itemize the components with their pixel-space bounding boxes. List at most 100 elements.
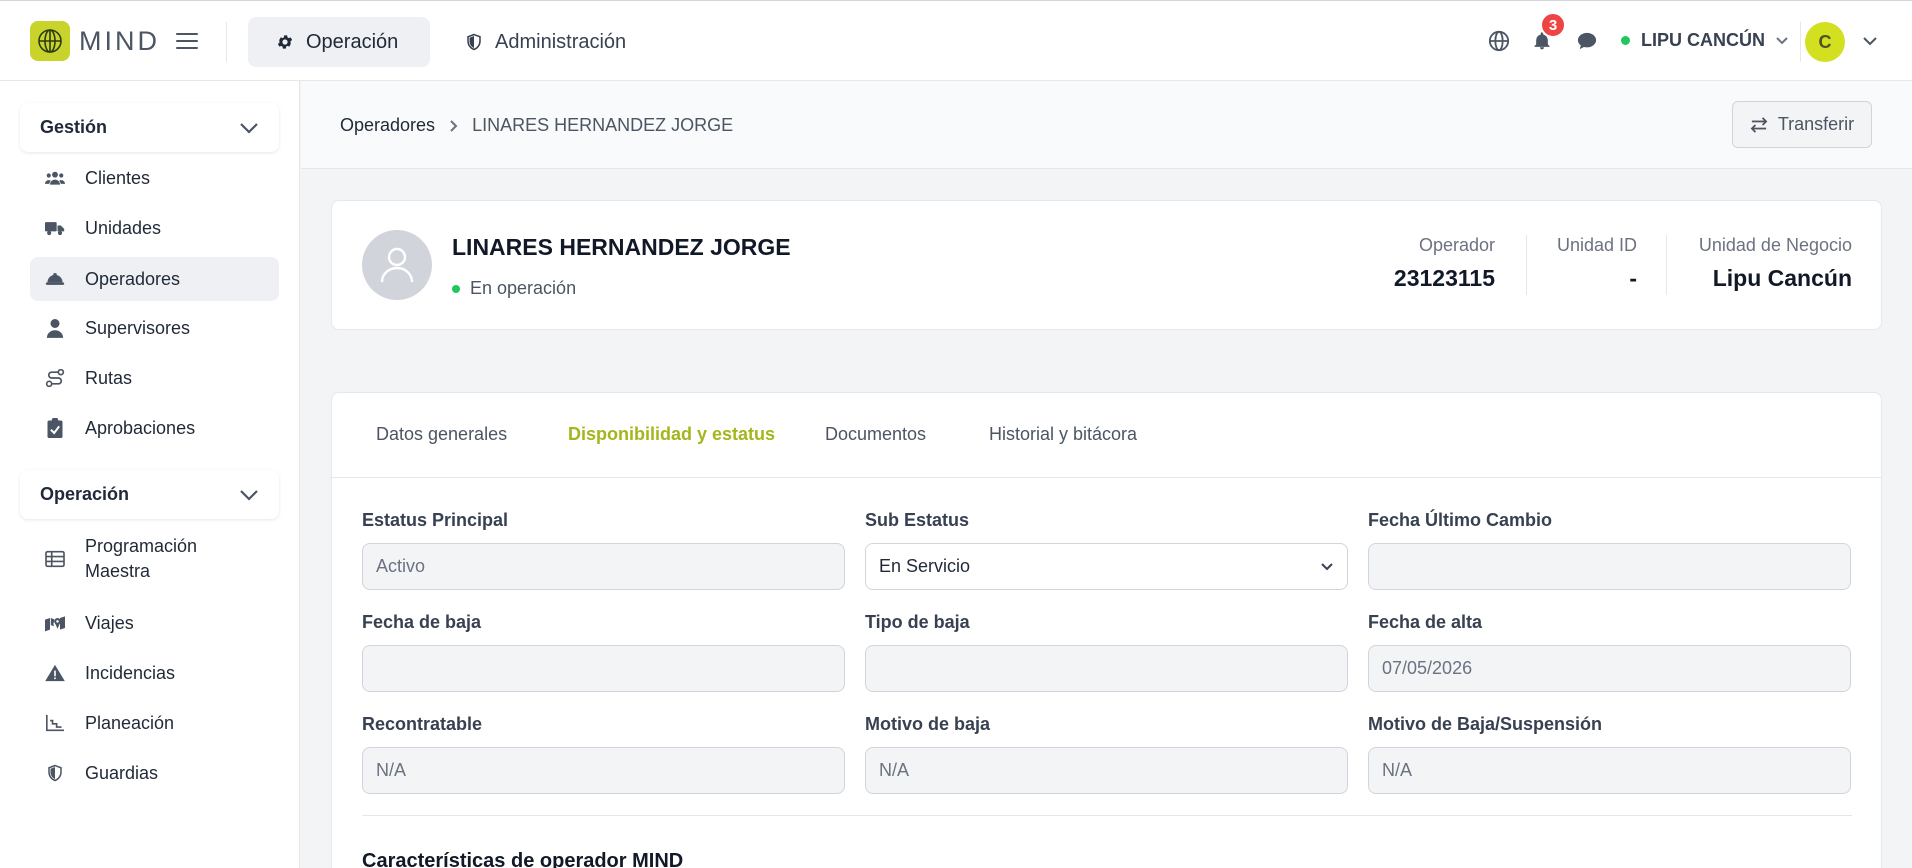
field-label-estatus-principal: Estatus Principal [362,510,509,530]
section-divider [362,815,1852,816]
sidebar-item-aprobaciones[interactable]: Aprobaciones [30,403,279,453]
field-label-fecha-ultimo-cambio: Fecha Último Cambio [1368,510,1553,530]
menu-toggle-icon[interactable] [176,30,198,52]
sidebar-item-programacion-maestra[interactable]: Programación Maestra [30,524,279,594]
sidebar-item-label: Guardias [85,762,159,783]
shield-icon [467,33,481,51]
sub-estatus-value: En Servicio [879,556,971,576]
chat-bubble-icon[interactable] [1575,29,1599,53]
operator-profile-card: LINARES HERNANDEZ JORGE En operación Ope… [331,200,1882,330]
section-title: Operación [40,484,130,504]
business-unit-selector[interactable]: LIPU CANCÚN [1621,30,1789,51]
sidebar-item-unidades[interactable]: Unidades [30,203,279,253]
sidebar-item-label: Rutas [85,367,133,388]
user-menu-chevron-icon[interactable] [1862,33,1878,49]
estatus-principal-field[interactable]: Activo [362,543,845,590]
clipboard-check-icon [45,418,65,438]
sidebar-item-label: Operadores [85,268,181,289]
language-globe-icon[interactable] [1487,29,1511,53]
truck-icon [45,218,65,238]
sidebar: Gestión Clientes Unidades Operadores Sup… [0,81,300,868]
motivo-baja-field[interactable]: N/A [865,747,1348,794]
tab-disponibilidad-estatus[interactable]: Disponibilidad y estatus [568,424,775,445]
field-label-fecha-baja: Fecha de baja [362,612,482,632]
sidebar-item-rutas[interactable]: Rutas [30,353,279,403]
chevron-down-icon [240,489,258,501]
transfer-arrows-icon [1750,116,1768,133]
business-unit-label: LIPU CANCÚN [1641,30,1765,50]
sidebar-item-label: Unidades [85,217,162,238]
route-icon [45,368,65,388]
hard-hat-icon [45,269,65,289]
fecha-alta-field[interactable]: 07/05/2026 [1368,645,1851,692]
field-label-tipo-baja: Tipo de baja [865,612,970,632]
transfer-label: Transferir [1777,114,1855,134]
sidebar-item-supervisores[interactable]: Supervisores [30,303,279,353]
sub-estatus-select[interactable]: En Servicio [865,543,1348,590]
users-icon [45,168,65,188]
header-divider [226,22,227,62]
field-label-motivo-baja-suspension: Motivo de Baja/Suspensión [1368,714,1603,734]
field-label-recontratable: Recontratable [362,714,483,734]
header-divider [1800,22,1801,62]
fecha-ultimo-cambio-field[interactable] [1368,543,1851,590]
sidebar-item-label: Planeación [85,712,175,733]
user-tie-icon [45,318,65,338]
sidebar-item-incidencias[interactable]: Incidencias [30,648,279,698]
sidebar-section-operacion[interactable]: Operación [20,470,279,519]
sidebar-item-clientes[interactable]: Clientes [30,153,279,203]
breadcrumb-bar: Operadores LINARES HERNANDEZ JORGE Trans… [301,81,1912,169]
notification-count-badge: 3 [1540,12,1566,38]
stat-label: Unidad de Negocio [1698,235,1852,255]
user-avatar[interactable]: C [1805,22,1845,62]
sidebar-item-label: Supervisores [85,317,191,338]
chevron-down-icon [1776,36,1788,44]
tab-documentos[interactable]: Documentos [825,424,926,445]
nav-tab-administracion[interactable]: Administración [437,17,654,67]
fecha-baja-field[interactable] [362,645,845,692]
sidebar-item-planeacion[interactable]: Planeación [30,698,279,748]
stat-divider [1666,235,1667,295]
stat-value: 23123115 [1393,265,1495,291]
section-title-caracteristicas: Características de operador MIND [362,850,684,868]
chevron-down-icon [1321,562,1333,570]
gear-icon [277,35,293,49]
status-dot [452,284,460,293]
notifications-bell-icon[interactable]: 3 [1530,12,1566,53]
transfer-button[interactable]: Transferir [1732,101,1872,148]
user-placeholder-avatar-icon [362,230,432,300]
field-label-motivo-baja: Motivo de baja [865,714,991,734]
recontratable-field[interactable]: N/A [362,747,845,794]
chart-line-icon [45,713,65,733]
map-location-icon [45,613,65,633]
app-logo[interactable]: MIND [30,21,160,61]
warning-icon [45,663,65,683]
sidebar-item-guardias[interactable]: Guardias [30,748,279,798]
stat-label: Operador [1418,235,1495,255]
sidebar-item-label: Aprobaciones [85,417,196,438]
tab-datos-generales[interactable]: Datos generales [376,424,507,445]
field-label-sub-estatus: Sub Estatus [865,510,970,530]
stat-value: Lipu Cancún [1712,265,1852,291]
sidebar-item-viajes[interactable]: Viajes [30,598,279,648]
stat-unidad-id: Unidad ID - [1557,235,1637,292]
stat-operador: Operador 23123115 [1394,235,1495,292]
operator-status: En operación [452,278,576,299]
breadcrumb-link-operadores[interactable]: Operadores [340,115,435,136]
nav-tab-operacion[interactable]: Operación [248,17,430,67]
tab-historial-bitacora[interactable]: Historial y bitácora [989,424,1137,445]
table-list-icon [45,549,65,569]
sidebar-item-operadores[interactable]: Operadores [30,257,279,301]
motivo-baja-suspension-field[interactable]: N/A [1368,747,1851,794]
breadcrumb-current: LINARES HERNANDEZ JORGE [472,115,734,135]
stat-divider [1526,235,1527,295]
top-bar: MIND Operación Administración 3 LIPU CAN… [0,0,1912,81]
chevron-right-icon [449,119,458,133]
tipo-baja-field[interactable] [865,645,1348,692]
logo-text: MIND [79,25,160,56]
online-status-dot [1621,36,1630,45]
sidebar-item-label: Viajes [85,612,134,633]
sidebar-section-gestion[interactable]: Gestión [20,103,279,152]
section-title: Gestión [40,117,108,137]
details-card: Datos generales Disponibilidad y estatus… [331,392,1882,868]
